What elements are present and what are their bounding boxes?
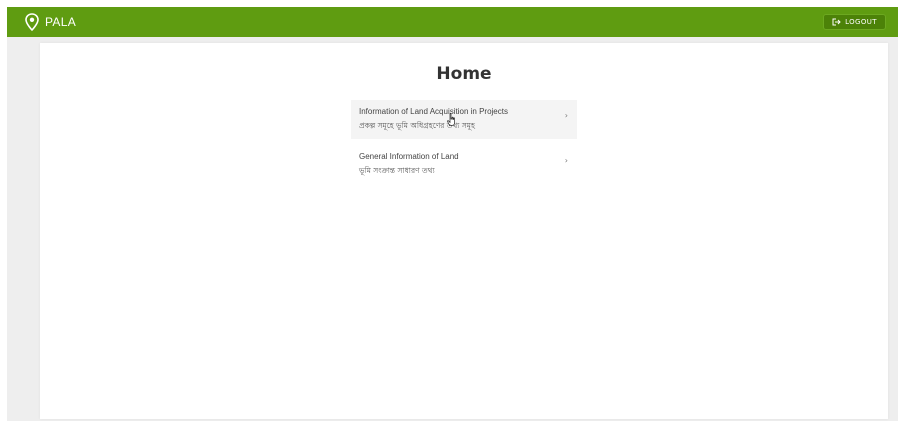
home-menu: Information of Land Acquisition in Proje…: [351, 100, 577, 184]
location-pin-icon: [25, 13, 39, 31]
menu-item-land-acquisition[interactable]: Information of Land Acquisition in Proje…: [351, 100, 577, 139]
logout-button[interactable]: LOGOUT: [823, 14, 886, 30]
menu-item-general-land-info[interactable]: General Information of Land ভূমি সংক্রান…: [351, 145, 577, 184]
chevron-right-icon: ›: [564, 111, 568, 120]
menu-item-label-bn: ভূমি সংক্রান্ত সাধারণ তথ্য: [359, 166, 435, 175]
brand[interactable]: PALA: [25, 13, 76, 31]
menu-item-label-bn: প্রকল্প সমূহে ভূমি অধিগ্রহণের তথ্য সমূহ: [359, 121, 475, 130]
top-navbar: PALA LOGOUT: [7, 7, 898, 37]
main-panel: Home Information of Land Acquisition in …: [40, 43, 888, 419]
app-frame: PALA LOGOUT Home Information of Land Acq…: [7, 7, 898, 421]
app-name: PALA: [45, 15, 76, 29]
chevron-right-icon: ›: [564, 156, 568, 165]
page-title: Home: [436, 64, 492, 84]
menu-item-label-en: Information of Land Acquisition in Proje…: [359, 107, 508, 116]
logout-label: LOGOUT: [845, 18, 877, 26]
logout-icon: [832, 18, 841, 26]
hand-cursor-icon: [447, 113, 455, 126]
menu-item-label-en: General Information of Land: [359, 152, 459, 161]
